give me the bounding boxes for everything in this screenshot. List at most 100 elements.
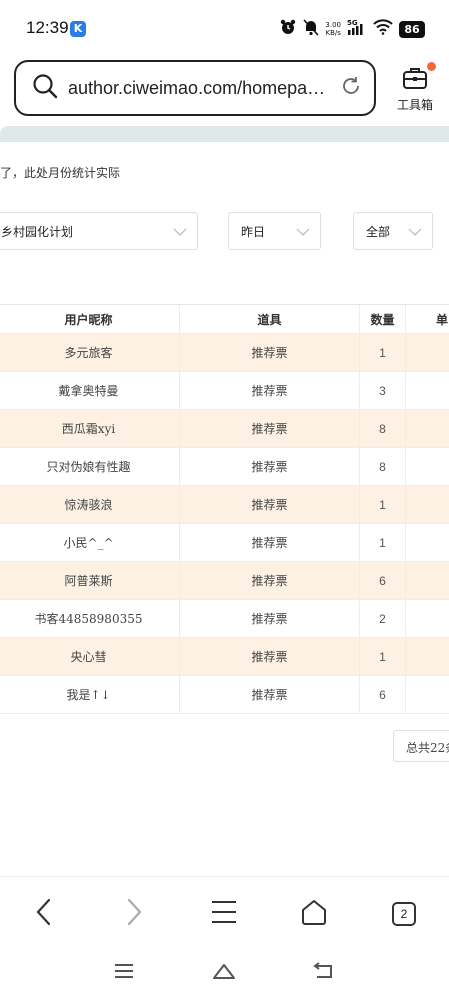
cell-nickname: 多元旅客 — [0, 334, 180, 371]
table-row: 小民^_^ 推荐票 1 — [0, 524, 449, 562]
system-menu-button[interactable] — [110, 962, 138, 984]
tabs-icon: 2 — [392, 902, 416, 926]
table-row: 书客44858980355 推荐票 2 — [0, 600, 449, 638]
cell-item: 推荐票 — [180, 562, 360, 599]
header-quantity: 数量 — [360, 305, 406, 333]
cell-unit — [406, 410, 449, 447]
cell-nickname: 书客44858980355 — [0, 600, 180, 637]
table-row: 我是↑↓ 推荐票 6 — [0, 676, 449, 714]
cell-nickname: 戴拿奥特曼 — [0, 372, 180, 409]
mute-icon — [303, 18, 319, 40]
table-row: 戴拿奥特曼 推荐票 3 — [0, 372, 449, 410]
cell-nickname: 西瓜霜xyi — [0, 410, 180, 447]
header-unit: 单 — [436, 312, 449, 327]
book-select[interactable]: 乡村园化计划 — [0, 212, 198, 250]
cell-unit — [406, 638, 449, 675]
status-icons: 3.00 KB/s 5G 86 — [279, 18, 425, 40]
header-item: 道具 — [180, 305, 360, 333]
type-select-value: 全部 — [366, 224, 391, 239]
cell-quantity: 8 — [360, 448, 406, 485]
records-table: 用户昵称 道具 数量 单 多元旅客 推荐票 1 戴拿奥特曼 推荐票 3 西瓜霜x… — [0, 304, 449, 714]
cell-item: 推荐票 — [180, 486, 360, 523]
cell-quantity: 1 — [360, 334, 406, 371]
cell-item: 推荐票 — [180, 638, 360, 675]
cell-quantity: 6 — [360, 562, 406, 599]
home-button[interactable] — [294, 897, 334, 931]
menu-button[interactable] — [204, 897, 244, 931]
cell-item: 推荐票 — [180, 410, 360, 447]
cell-unit — [406, 676, 449, 713]
net-speed-unit: KB/s — [325, 29, 341, 37]
cell-quantity: 3 — [360, 372, 406, 409]
table-header: 用户昵称 道具 数量 单 — [0, 305, 449, 334]
table-row: 西瓜霜xyi 推荐票 8 — [0, 410, 449, 448]
cell-item: 推荐票 — [180, 524, 360, 561]
cell-item: 推荐票 — [180, 334, 360, 371]
tabs-button[interactable]: 2 — [384, 897, 424, 931]
page-header-strip — [0, 126, 449, 142]
reload-icon[interactable] — [340, 75, 362, 101]
table-row: 惊涛骇浪 推荐票 1 — [0, 486, 449, 524]
wifi-icon — [373, 19, 393, 39]
type-select[interactable]: 全部 — [353, 212, 433, 250]
address-bar[interactable]: author.ciweimao.com/homepa… — [14, 60, 376, 116]
home-icon — [300, 898, 328, 930]
header-nickname: 用户昵称 — [0, 305, 180, 333]
notice-text: 了，此处月份统计实际 — [0, 166, 121, 180]
table-row: 央心彗 推荐票 1 — [0, 638, 449, 676]
menu-icon — [211, 899, 237, 929]
cell-quantity: 1 — [360, 486, 406, 523]
toolbox-button[interactable]: 工具箱 — [390, 62, 440, 118]
system-back-icon — [313, 962, 335, 984]
cell-unit — [406, 334, 449, 371]
signal-icon: 5G — [347, 18, 367, 40]
date-select-value: 昨日 — [241, 224, 266, 239]
cell-nickname: 惊涛骇浪 — [0, 486, 180, 523]
battery-icon: 86 — [399, 20, 425, 38]
browser-bottom-nav: 2 — [0, 876, 449, 948]
toolbox-icon — [402, 66, 428, 94]
cell-unit — [406, 562, 449, 599]
cell-item: 推荐票 — [180, 676, 360, 713]
cell-quantity: 6 — [360, 676, 406, 713]
status-time: 12:39 — [26, 18, 69, 37]
system-home-icon — [212, 962, 236, 984]
url-text[interactable]: author.ciweimao.com/homepa… — [68, 78, 340, 99]
signal-label: 5G — [347, 19, 358, 27]
table-row: 多元旅客 推荐票 1 — [0, 334, 449, 372]
cell-quantity: 2 — [360, 600, 406, 637]
cell-unit — [406, 600, 449, 637]
cell-unit — [406, 448, 449, 485]
date-select[interactable]: 昨日 — [228, 212, 321, 250]
pagination-total: 总共22条 — [393, 730, 449, 762]
cell-item: 推荐票 — [180, 600, 360, 637]
net-speed: 3.00 KB/s — [325, 21, 341, 37]
system-home-button[interactable] — [210, 962, 238, 984]
chevron-down-icon — [296, 226, 310, 240]
system-back-button[interactable] — [310, 962, 338, 984]
cell-quantity: 8 — [360, 410, 406, 447]
notification-dot — [427, 62, 436, 71]
search-icon — [32, 73, 58, 103]
cell-quantity: 1 — [360, 638, 406, 675]
cell-nickname: 阿普莱斯 — [0, 562, 180, 599]
table-row: 只对伪娘有性趣 推荐票 8 — [0, 448, 449, 486]
cell-unit — [406, 524, 449, 561]
back-arrow-icon — [34, 897, 54, 931]
book-select-value: 乡村园化计划 — [1, 224, 74, 239]
forward-button[interactable] — [114, 897, 154, 931]
back-button[interactable] — [24, 897, 64, 931]
forward-arrow-icon — [124, 897, 144, 931]
toolbox-label: 工具箱 — [396, 98, 433, 112]
net-speed-value: 3.00 — [325, 21, 341, 29]
cell-nickname: 小民^_^ — [0, 524, 180, 561]
cell-nickname: 只对伪娘有性趣 — [0, 448, 180, 485]
cell-unit — [406, 486, 449, 523]
cell-nickname: 我是↑↓ — [0, 676, 180, 713]
chevron-down-icon — [408, 226, 422, 240]
system-navigation-bar — [0, 948, 449, 999]
alarm-icon — [279, 18, 297, 40]
table-row: 阿普莱斯 推荐票 6 — [0, 562, 449, 600]
chevron-down-icon — [173, 226, 187, 240]
app-notification-icon: K — [70, 21, 86, 37]
